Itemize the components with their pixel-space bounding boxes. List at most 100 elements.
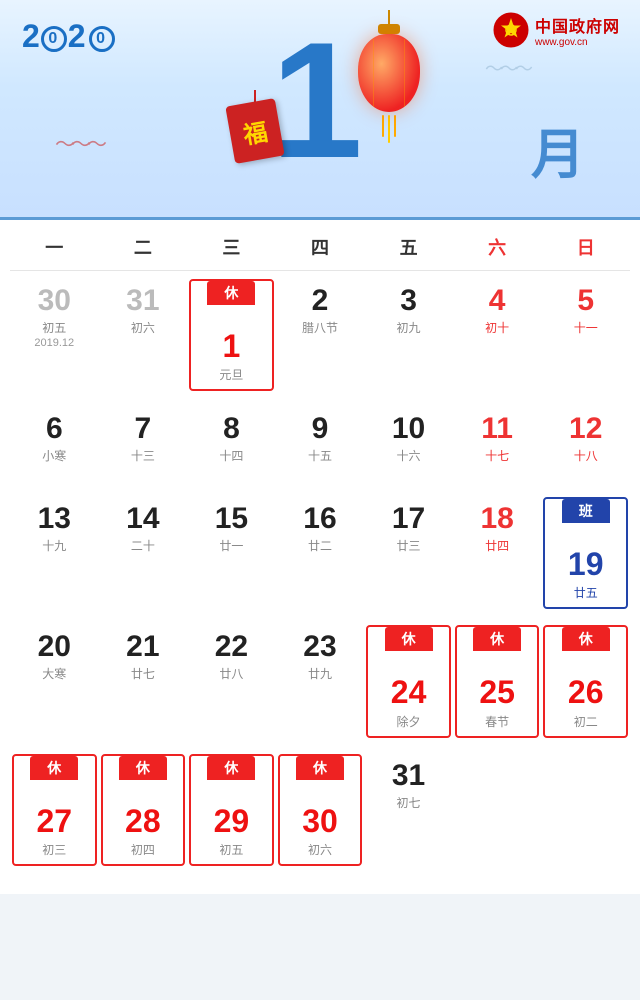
day-20: 20 大寒 [10, 622, 99, 740]
day-22: 22 廿八 [187, 622, 276, 740]
day-21: 21 廿七 [99, 622, 188, 740]
day-13: 13 十九 [10, 494, 99, 612]
weekday-wed: 三 [187, 234, 276, 260]
day-number: 19 [568, 547, 604, 582]
day-lunar: 除夕 [397, 713, 421, 730]
day-12: 12 十八 [541, 404, 630, 484]
day-lunar: 十九 [42, 537, 66, 554]
day-lunar: 初四 [131, 841, 155, 858]
day-number: 5 [577, 284, 594, 317]
yue-character: 月 [531, 110, 585, 189]
day-lunar: 春节 [485, 713, 509, 730]
day-number: 12 [569, 412, 602, 445]
day-lunar: 廿五 [574, 584, 598, 601]
lantern-decoration [358, 10, 420, 143]
rest-badge: 休 [385, 627, 433, 651]
day-27[interactable]: 休 27 初三 [12, 754, 97, 866]
weekday-tue: 二 [99, 234, 188, 260]
day-lunar: 初九 [397, 319, 421, 336]
rest-badge: 休 [473, 627, 521, 651]
day-14: 14 二十 [99, 494, 188, 612]
day-18: 18 廿四 [453, 494, 542, 612]
day-number: 28 [125, 804, 161, 839]
day-lunar: 廿一 [219, 537, 243, 554]
day-number: 6 [46, 412, 63, 445]
day-28[interactable]: 休 28 初四 [101, 754, 186, 866]
day-number: 11 [481, 412, 513, 445]
rest-badge: 休 [207, 281, 255, 305]
prev-month-label: 2019.12 [34, 337, 74, 349]
gov-name-label: 中国政府网 [535, 13, 620, 37]
day-number: 14 [126, 502, 159, 535]
header: 2020 中国政府网 www.gov.cn 〜〜〜 1 [0, 0, 640, 220]
day-25[interactable]: 休 25 春节 [455, 625, 540, 737]
day-number: 13 [38, 502, 71, 535]
calendar-week-2: 6 小寒 7 十三 8 十四 9 十五 10 十六 11 十七 12 十八 [10, 399, 630, 489]
cloud-left-decoration: 〜〜〜 [55, 128, 103, 157]
day-lunar: 初六 [308, 841, 332, 858]
calendar-week-5: 休 27 初三 休 28 初四 休 29 初五 休 30 初六 31 初七 [10, 746, 630, 874]
day-number: 29 [214, 804, 250, 839]
work-badge: 班 [562, 499, 610, 523]
day-number: 17 [392, 502, 425, 535]
day-number: 1 [223, 329, 241, 364]
day-lunar: 十七 [485, 447, 509, 464]
day-29[interactable]: 休 29 初五 [189, 754, 274, 866]
weekday-thu: 四 [276, 234, 365, 260]
day-number: 30 [302, 804, 338, 839]
gov-url-label: www.gov.cn [535, 37, 620, 48]
day-number: 30 [38, 284, 71, 317]
empty-cell-2 [541, 751, 630, 869]
day-lunar: 十六 [397, 447, 421, 464]
day-number: 9 [312, 412, 329, 445]
day-4: 4 初十 [453, 276, 542, 394]
calendar-week-3: 13 十九 14 二十 15 廿一 16 廿二 17 廿三 18 廿四 班 19… [10, 489, 630, 617]
day-lunar: 大寒 [42, 665, 66, 682]
cloud-right-decoration: 〜〜〜 [485, 55, 530, 81]
day-lunar: 十八 [574, 447, 598, 464]
day-lunar: 初五 [42, 319, 66, 336]
weekday-row: 一 二 三 四 五 六 日 [10, 220, 630, 271]
gov-text: 中国政府网 www.gov.cn [535, 13, 620, 48]
day-number: 2 [312, 284, 329, 317]
day-17: 17 廿三 [364, 494, 453, 612]
day-number: 10 [392, 412, 425, 445]
day-number: 24 [391, 675, 427, 710]
weekday-sat: 六 [453, 234, 542, 260]
day-10: 10 十六 [364, 404, 453, 484]
weekday-fri: 五 [364, 234, 453, 260]
day-number: 3 [400, 284, 417, 317]
rest-badge: 休 [562, 627, 610, 651]
day-lunar: 元旦 [219, 366, 243, 383]
day-24[interactable]: 休 24 除夕 [366, 625, 451, 737]
day-26[interactable]: 休 26 初二 [543, 625, 628, 737]
day-prev-30: 30 初五 2019.12 [10, 276, 99, 394]
day-number: 18 [480, 502, 513, 535]
day-6: 6 小寒 [10, 404, 99, 484]
day-19[interactable]: 班 19 廿五 [543, 497, 628, 609]
day-number: 7 [135, 412, 152, 445]
day-3: 3 初九 [364, 276, 453, 394]
day-number: 27 [36, 804, 72, 839]
calendar-body: 一 二 三 四 五 六 日 30 初五 2019.12 31 初六 休 1 元旦… [0, 220, 640, 894]
day-lunar: 廿八 [219, 665, 243, 682]
day-number: 31 [392, 759, 425, 792]
day-lunar: 初三 [42, 841, 66, 858]
day-7: 7 十三 [99, 404, 188, 484]
calendar-week-4: 20 大寒 21 廿七 22 廿八 23 廿九 休 24 除夕 休 25 春节 … [10, 617, 630, 745]
gov-emblem-icon [493, 12, 529, 48]
gov-logo: 中国政府网 www.gov.cn [493, 12, 620, 48]
day-number: 22 [215, 630, 248, 663]
weekday-mon: 一 [10, 234, 99, 260]
day-15: 15 廿一 [187, 494, 276, 612]
day-1[interactable]: 休 1 元旦 [189, 279, 274, 391]
day-31: 31 初七 [364, 751, 453, 869]
rest-badge: 休 [296, 756, 344, 780]
day-lunar: 廿二 [308, 537, 332, 554]
day-lunar: 二十 [131, 537, 155, 554]
day-30[interactable]: 休 30 初六 [278, 754, 363, 866]
day-lunar: 十五 [308, 447, 332, 464]
day-lunar: 十一 [574, 319, 598, 336]
day-number: 4 [489, 284, 506, 317]
day-lunar: 初二 [574, 713, 598, 730]
